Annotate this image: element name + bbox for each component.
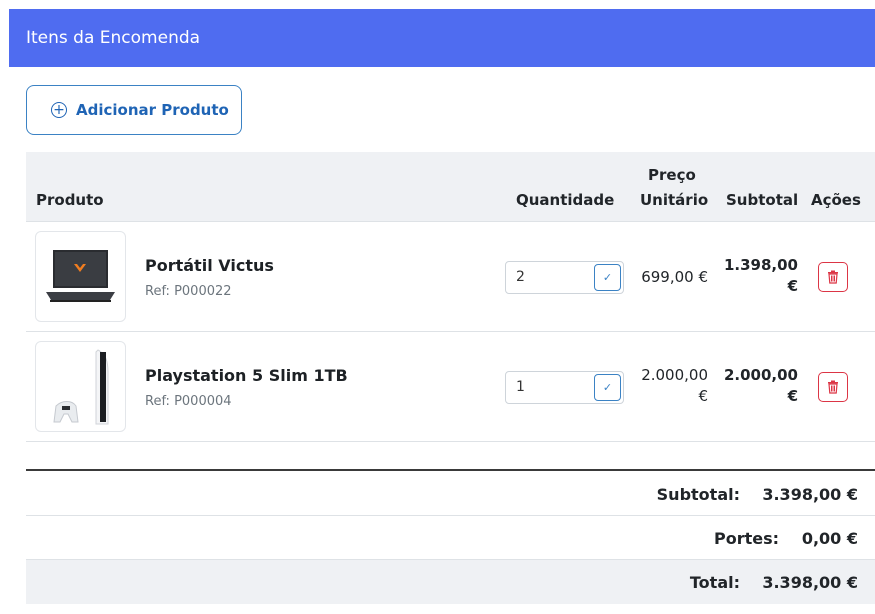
subtotal-row: Subtotal: 3.398,00 € bbox=[26, 472, 875, 516]
table-header: Produto Quantidade Preço Unitário Subtot… bbox=[26, 152, 875, 222]
delete-button[interactable] bbox=[818, 372, 848, 402]
shipping-row: Portes: 0,00 € bbox=[26, 516, 875, 560]
product-name: Portátil Victus bbox=[145, 256, 274, 275]
total-value: 3.398,00 € bbox=[762, 573, 858, 592]
add-product-button[interactable]: + Adicionar Produto bbox=[26, 85, 242, 135]
section-title: Itens da Encomenda bbox=[26, 28, 201, 48]
console-image bbox=[35, 341, 126, 432]
col-subtotal: Subtotal bbox=[726, 191, 799, 209]
quantity-input[interactable]: 1 ✓ bbox=[505, 371, 624, 404]
unit-price: 2.000,00 € bbox=[641, 366, 708, 405]
col-unit-price-line1: Preço bbox=[648, 166, 696, 184]
row-subtotal: 2.000,00 € bbox=[723, 366, 798, 405]
table-row: Playstation 5 Slim 1TB Ref: P000004 1 ✓ … bbox=[26, 332, 875, 442]
subtotal-label: Subtotal: bbox=[656, 485, 740, 504]
section-header: Itens da Encomenda bbox=[9, 9, 875, 67]
table-row: Portátil Victus Ref: P000022 2 ✓ 699,00 … bbox=[26, 222, 875, 332]
total-row: Total: 3.398,00 € bbox=[26, 560, 875, 604]
quantity-input[interactable]: 2 ✓ bbox=[505, 261, 624, 294]
quantity-value: 2 bbox=[516, 269, 525, 285]
total-label: Total: bbox=[689, 573, 740, 592]
unit-price: 699,00 € bbox=[641, 268, 708, 286]
delete-button[interactable] bbox=[818, 262, 848, 292]
col-quantity: Quantidade bbox=[516, 191, 615, 209]
quantity-value: 1 bbox=[516, 379, 525, 395]
trash-icon bbox=[828, 270, 838, 284]
confirm-quantity-button[interactable]: ✓ bbox=[594, 264, 621, 291]
col-unit-price-line2: Unitário bbox=[640, 191, 709, 209]
plus-circle-icon: + bbox=[51, 102, 67, 118]
shipping-label: Portes: bbox=[713, 529, 779, 548]
subtotal-value: 3.398,00 € bbox=[762, 485, 858, 504]
row-subtotal: 1.398,00 € bbox=[723, 256, 798, 295]
confirm-quantity-button[interactable]: ✓ bbox=[594, 374, 621, 401]
add-product-label: Adicionar Produto bbox=[76, 101, 229, 119]
product-name: Playstation 5 Slim 1TB bbox=[145, 366, 348, 385]
product-ref: Ref: P000022 bbox=[145, 284, 232, 299]
product-ref: Ref: P000004 bbox=[145, 394, 232, 409]
trash-icon bbox=[828, 380, 838, 394]
col-product: Produto bbox=[36, 191, 104, 209]
col-actions: Ações bbox=[811, 191, 861, 209]
shipping-value: 0,00 € bbox=[801, 529, 858, 548]
totals-divider bbox=[26, 469, 875, 471]
laptop-image bbox=[35, 231, 126, 322]
